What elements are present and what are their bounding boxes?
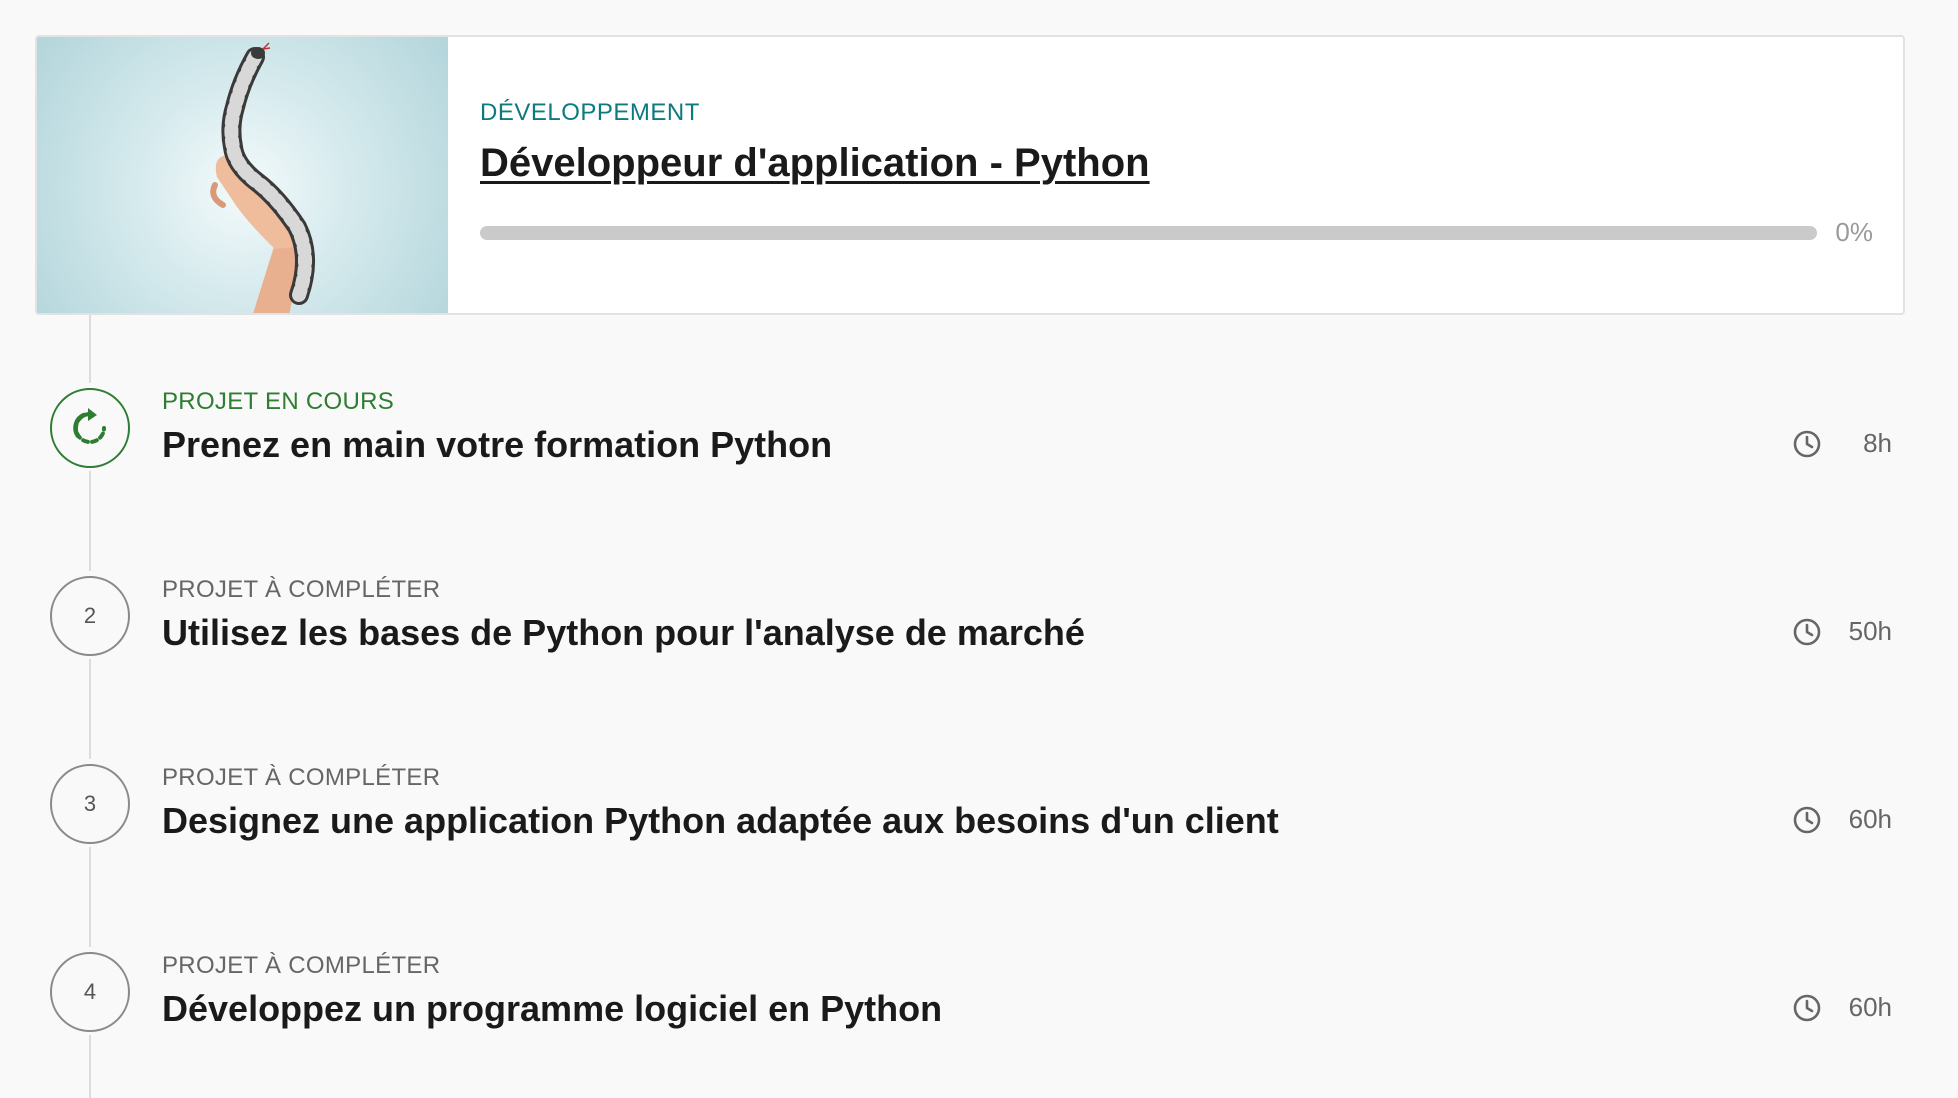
- project-step[interactable]: 3 PROJET À COMPLÉTER Designez une applic…: [0, 764, 1958, 846]
- duration-value: 50h: [1848, 616, 1892, 646]
- path-category: DÉVELOPPEMENT: [480, 99, 700, 126]
- path-page: DÉVELOPPEMENT Développeur d'application …: [0, 0, 1958, 1098]
- project-duration: 60h: [1792, 992, 1892, 1023]
- path-title-link[interactable]: Développeur d'application - Python: [480, 141, 1150, 186]
- project-status: PROJET À COMPLÉTER: [162, 764, 441, 791]
- project-title[interactable]: Développez un programme logiciel en Pyth…: [162, 988, 942, 1030]
- project-duration: 50h: [1792, 616, 1892, 647]
- project-title[interactable]: Designez une application Python adaptée …: [162, 800, 1279, 842]
- clock-icon: [1793, 806, 1821, 833]
- duration-value: 8h: [1863, 428, 1892, 458]
- project-step[interactable]: PROJET EN COURS Prenez en main votre for…: [0, 388, 1958, 470]
- project-duration: 60h: [1792, 804, 1892, 835]
- project-title[interactable]: Utilisez les bases de Python pour l'anal…: [162, 612, 1085, 654]
- duration-value: 60h: [1848, 992, 1892, 1022]
- path-header-card: DÉVELOPPEMENT Développeur d'application …: [35, 35, 1905, 315]
- clock-icon: [1793, 430, 1821, 457]
- progress-bar: [480, 225, 1818, 240]
- step-number-circle: 3: [50, 764, 130, 844]
- project-step[interactable]: 2 PROJET À COMPLÉTER Utilisez les bases …: [0, 576, 1958, 658]
- path-header-body: DÉVELOPPEMENT Développeur d'application …: [448, 37, 1903, 313]
- timeline-line: [89, 847, 91, 947]
- step-status-circle: [50, 388, 130, 468]
- step-number-circle: 2: [50, 576, 130, 656]
- timeline-line: [89, 659, 91, 759]
- clock-icon: [1793, 994, 1821, 1021]
- project-status: PROJET À COMPLÉTER: [162, 952, 441, 979]
- project-duration: 8h: [1792, 428, 1892, 459]
- clock-icon: [1793, 618, 1821, 645]
- timeline-line: [89, 315, 91, 383]
- step-number-circle: 4: [50, 952, 130, 1032]
- project-title[interactable]: Prenez en main votre formation Python: [162, 424, 832, 466]
- timeline-line: [89, 471, 91, 571]
- snake-hand-illustration: [210, 42, 316, 313]
- path-thumbnail-image: [37, 37, 448, 313]
- project-status: PROJET EN COURS: [162, 388, 395, 415]
- duration-value: 60h: [1848, 804, 1892, 834]
- refresh-icon: [73, 408, 106, 444]
- path-progress: 0%: [480, 217, 1873, 248]
- progress-percent: 0%: [1835, 217, 1873, 247]
- project-status: PROJET À COMPLÉTER: [162, 576, 441, 603]
- project-step[interactable]: 4 PROJET À COMPLÉTER Développez un progr…: [0, 952, 1958, 1034]
- timeline-line: [89, 1035, 91, 1098]
